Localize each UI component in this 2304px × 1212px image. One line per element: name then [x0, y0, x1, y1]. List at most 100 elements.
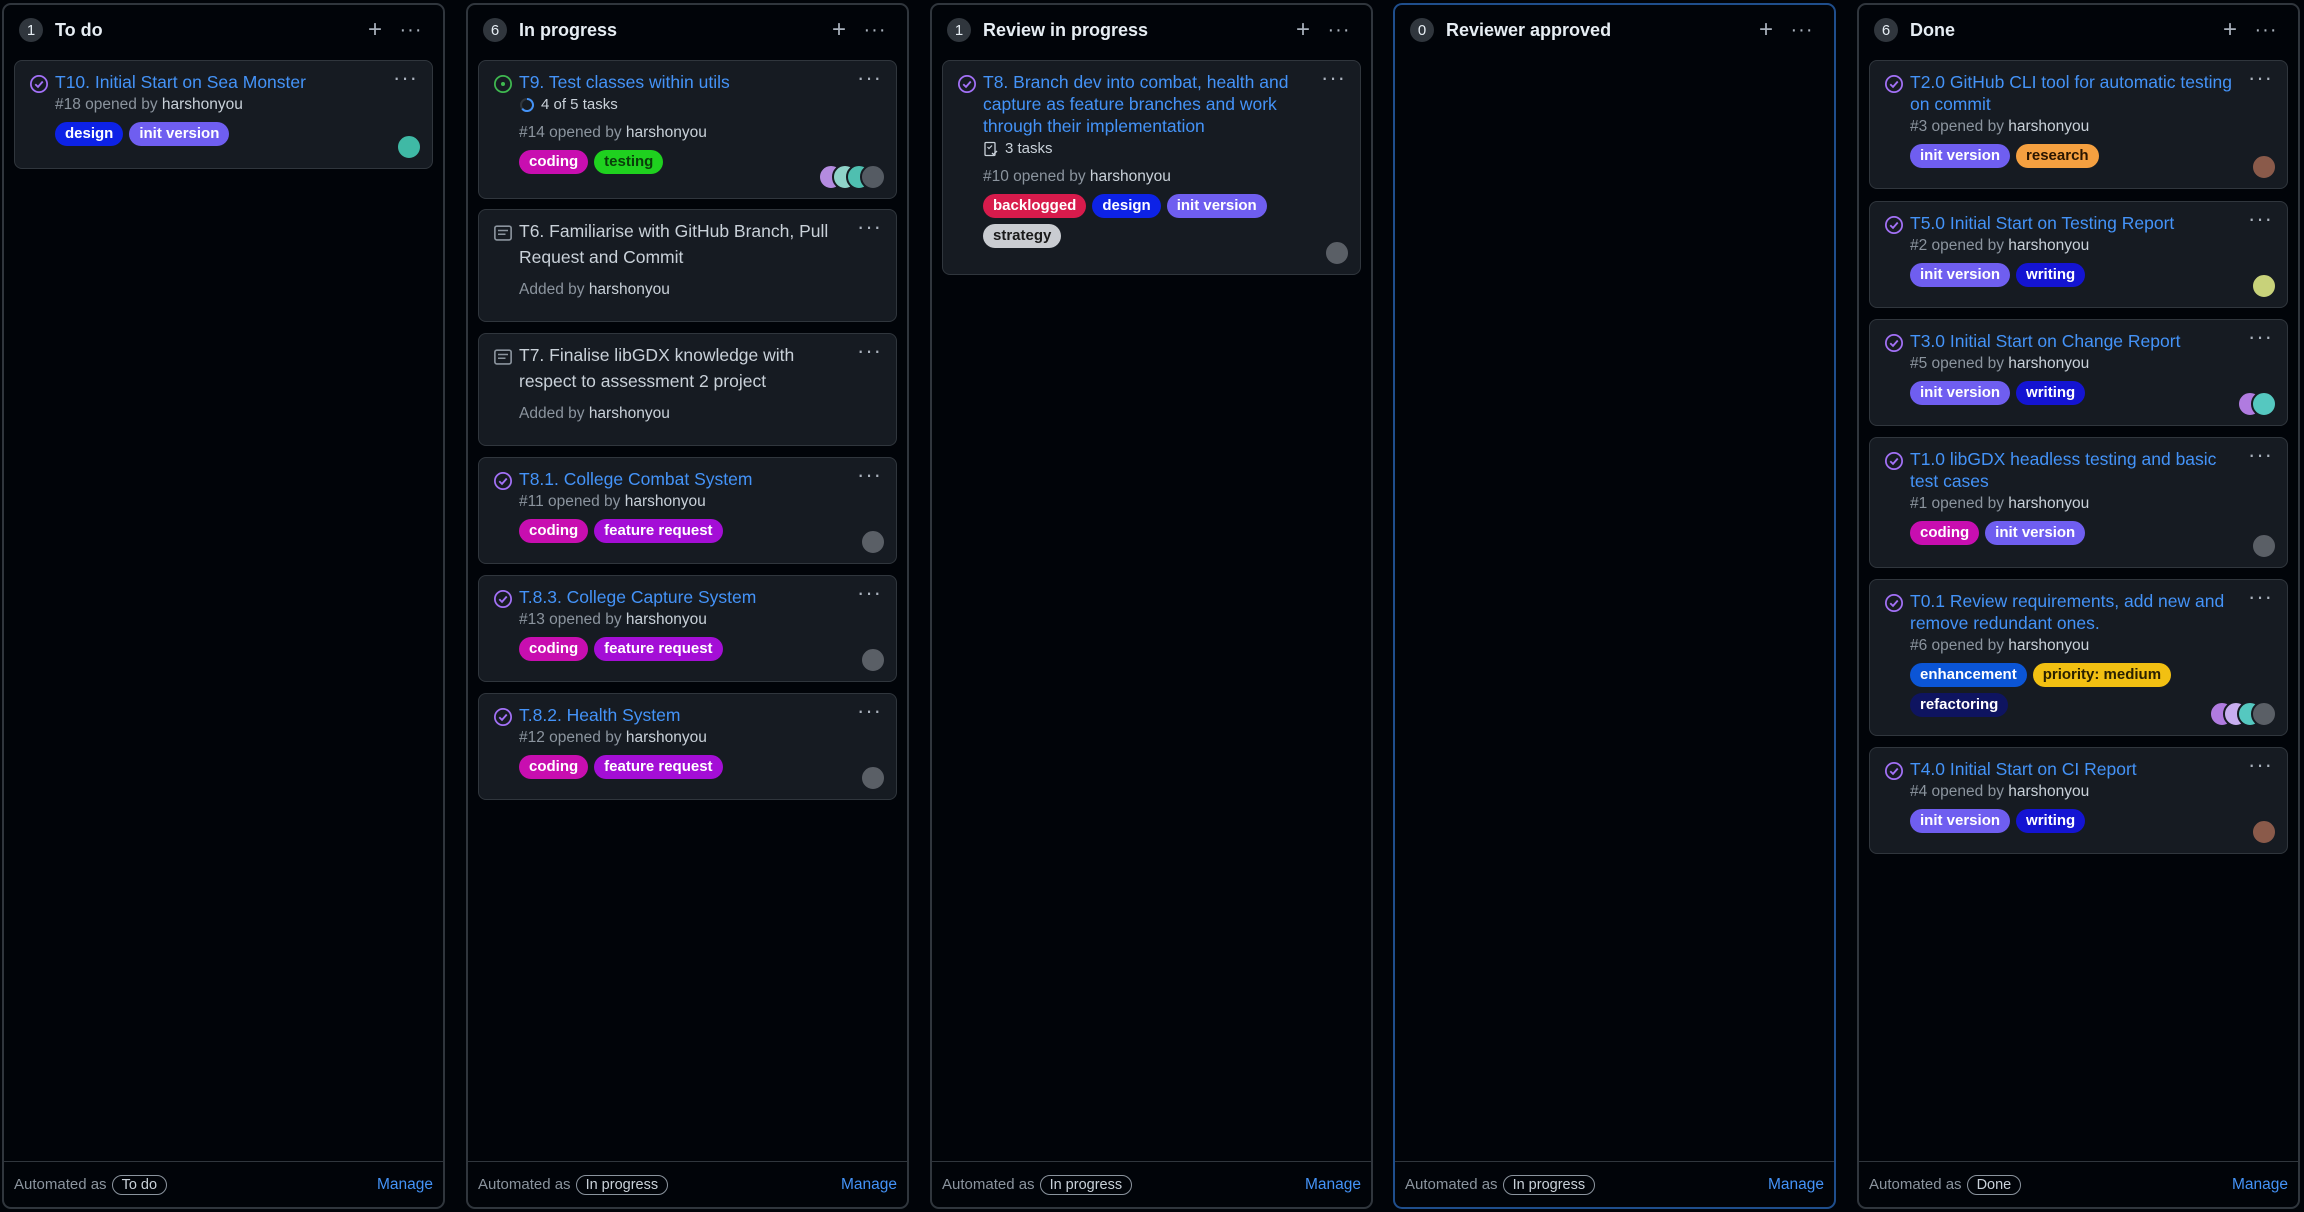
label-strategy[interactable]: strategy	[983, 224, 1062, 248]
card-title[interactable]: T1.0 libGDX headless testing and basic t…	[1910, 448, 2233, 492]
author-link[interactable]: harshonyou	[2008, 637, 2089, 654]
label-writing[interactable]: writing	[2016, 809, 2086, 833]
author-link[interactable]: harshonyou	[2008, 495, 2089, 512]
project-card[interactable]: T8.1. College Combat System ··· #11 opened…	[478, 457, 897, 564]
assignee-avatars[interactable]	[396, 134, 422, 160]
author-link[interactable]: harshonyou	[625, 493, 706, 510]
project-card[interactable]: T2.0 GitHub CLI tool for automatic testi…	[1869, 60, 2288, 189]
card-title[interactable]: T8.1. College Combat System	[519, 468, 842, 490]
label-priority-medium[interactable]: priority: medium	[2032, 663, 2172, 687]
add-card-icon[interactable]: +	[357, 18, 393, 42]
project-card[interactable]: T4.0 Initial Start on CI Report ··· #4 ope…	[1869, 747, 2288, 854]
card-menu-icon[interactable]: ···	[857, 462, 882, 488]
author-link[interactable]: harshonyou	[2008, 118, 2089, 135]
add-card-icon[interactable]: +	[1285, 18, 1321, 42]
label-testing[interactable]: testing	[594, 150, 664, 174]
label-refactoring[interactable]: refactoring	[1910, 693, 2009, 717]
label-coding[interactable]: coding	[519, 519, 589, 543]
label-coding[interactable]: coding	[519, 637, 589, 661]
add-card-icon[interactable]: +	[1748, 18, 1784, 42]
column-menu-icon[interactable]: ···	[857, 18, 893, 42]
author-link[interactable]: harshonyou	[626, 729, 707, 746]
avatar[interactable]	[2251, 819, 2277, 845]
author-link[interactable]: harshonyou	[2008, 783, 2089, 800]
assignee-avatars[interactable]	[2251, 819, 2277, 845]
label-init-version[interactable]: init version	[1166, 194, 1267, 218]
card-menu-icon[interactable]: ···	[2248, 584, 2273, 610]
avatar[interactable]	[860, 164, 886, 190]
assignee-avatars[interactable]	[1324, 240, 1350, 266]
project-card[interactable]: T1.0 libGDX headless testing and basic t…	[1869, 437, 2288, 568]
author-link[interactable]: harshonyou	[1090, 168, 1171, 185]
column-menu-icon[interactable]: ···	[1321, 18, 1357, 42]
project-card[interactable]: T0.1 Review requirements, add new and re…	[1869, 579, 2288, 736]
author-link[interactable]: harshonyou	[626, 611, 707, 628]
manage-automation-link[interactable]: Manage	[1305, 1176, 1361, 1194]
project-card[interactable]: T5.0 Initial Start on Testing Report ··· #…	[1869, 201, 2288, 308]
label-coding[interactable]: coding	[519, 755, 589, 779]
card-menu-icon[interactable]: ···	[1321, 65, 1346, 91]
card-title[interactable]: T.8.2. Health System	[519, 704, 842, 726]
label-feature-request[interactable]: feature request	[594, 755, 723, 779]
card-menu-icon[interactable]: ···	[857, 214, 882, 240]
label-init-version[interactable]: init version	[1985, 521, 2086, 545]
project-card[interactable]: T3.0 Initial Start on Change Report ··· #5…	[1869, 319, 2288, 426]
card-title[interactable]: T9. Test classes within utils	[519, 71, 842, 93]
card-menu-icon[interactable]: ···	[2248, 752, 2273, 778]
assignee-avatars[interactable]	[2251, 273, 2277, 299]
label-init-version[interactable]: init version	[1910, 381, 2011, 405]
assignee-avatars[interactable]	[2251, 533, 2277, 559]
card-menu-icon[interactable]: ···	[857, 65, 882, 91]
card-title[interactable]: T3.0 Initial Start on Change Report	[1910, 330, 2233, 352]
label-design[interactable]: design	[1092, 194, 1161, 218]
avatar[interactable]	[2251, 533, 2277, 559]
label-research[interactable]: research	[2016, 144, 2099, 168]
author-link[interactable]: harshonyou	[589, 405, 670, 422]
assignee-avatars[interactable]	[818, 164, 886, 190]
project-card[interactable]: T10. Initial Start on Sea Monster ··· #18 …	[14, 60, 433, 169]
add-card-icon[interactable]: +	[2212, 18, 2248, 42]
author-link[interactable]: harshonyou	[2008, 355, 2089, 372]
label-init-version[interactable]: init version	[129, 122, 230, 146]
label-enhancement[interactable]: enhancement	[1910, 663, 2027, 687]
avatar[interactable]	[2251, 701, 2277, 727]
project-card[interactable]: T.8.3. College Capture System ··· #13 open…	[478, 575, 897, 682]
card-title[interactable]: T0.1 Review requirements, add new and re…	[1910, 590, 2233, 634]
label-feature-request[interactable]: feature request	[594, 519, 723, 543]
label-writing[interactable]: writing	[2016, 381, 2086, 405]
avatar[interactable]	[860, 765, 886, 791]
card-menu-icon[interactable]: ···	[393, 65, 418, 91]
label-coding[interactable]: coding	[1910, 521, 1980, 545]
column-menu-icon[interactable]: ···	[393, 18, 429, 42]
card-title[interactable]: T2.0 GitHub CLI tool for automatic testi…	[1910, 71, 2233, 115]
column-menu-icon[interactable]: ···	[1784, 18, 1820, 42]
label-init-version[interactable]: init version	[1910, 263, 2011, 287]
card-title[interactable]: T.8.3. College Capture System	[519, 586, 842, 608]
label-writing[interactable]: writing	[2016, 263, 2086, 287]
avatar[interactable]	[396, 134, 422, 160]
card-menu-icon[interactable]: ···	[857, 580, 882, 606]
avatar[interactable]	[2251, 273, 2277, 299]
card-menu-icon[interactable]: ···	[2248, 206, 2273, 232]
project-card[interactable]: T.8.2. Health System ··· #12 opened by har…	[478, 693, 897, 800]
label-design[interactable]: design	[55, 122, 124, 146]
manage-automation-link[interactable]: Manage	[2232, 1176, 2288, 1194]
avatar[interactable]	[2251, 391, 2277, 417]
label-coding[interactable]: coding	[519, 150, 589, 174]
manage-automation-link[interactable]: Manage	[1768, 1176, 1824, 1194]
avatar[interactable]	[860, 529, 886, 555]
assignee-avatars[interactable]	[860, 765, 886, 791]
author-link[interactable]: harshonyou	[2008, 237, 2089, 254]
manage-automation-link[interactable]: Manage	[377, 1176, 433, 1194]
label-init-version[interactable]: init version	[1910, 809, 2011, 833]
assignee-avatars[interactable]	[860, 529, 886, 555]
project-card[interactable]: T7. Finalise libGDX knowledge with respe…	[478, 333, 897, 446]
assignee-avatars[interactable]	[2237, 391, 2277, 417]
avatar[interactable]	[1324, 240, 1350, 266]
avatar[interactable]	[2251, 154, 2277, 180]
card-title[interactable]: T4.0 Initial Start on CI Report	[1910, 758, 2233, 780]
card-title[interactable]: T5.0 Initial Start on Testing Report	[1910, 212, 2233, 234]
project-card[interactable]: T9. Test classes within utils ··· 4 of 5 t…	[478, 60, 897, 199]
project-card[interactable]: T6. Familiarise with GitHub Branch, Pull…	[478, 209, 897, 322]
avatar[interactable]	[860, 647, 886, 673]
